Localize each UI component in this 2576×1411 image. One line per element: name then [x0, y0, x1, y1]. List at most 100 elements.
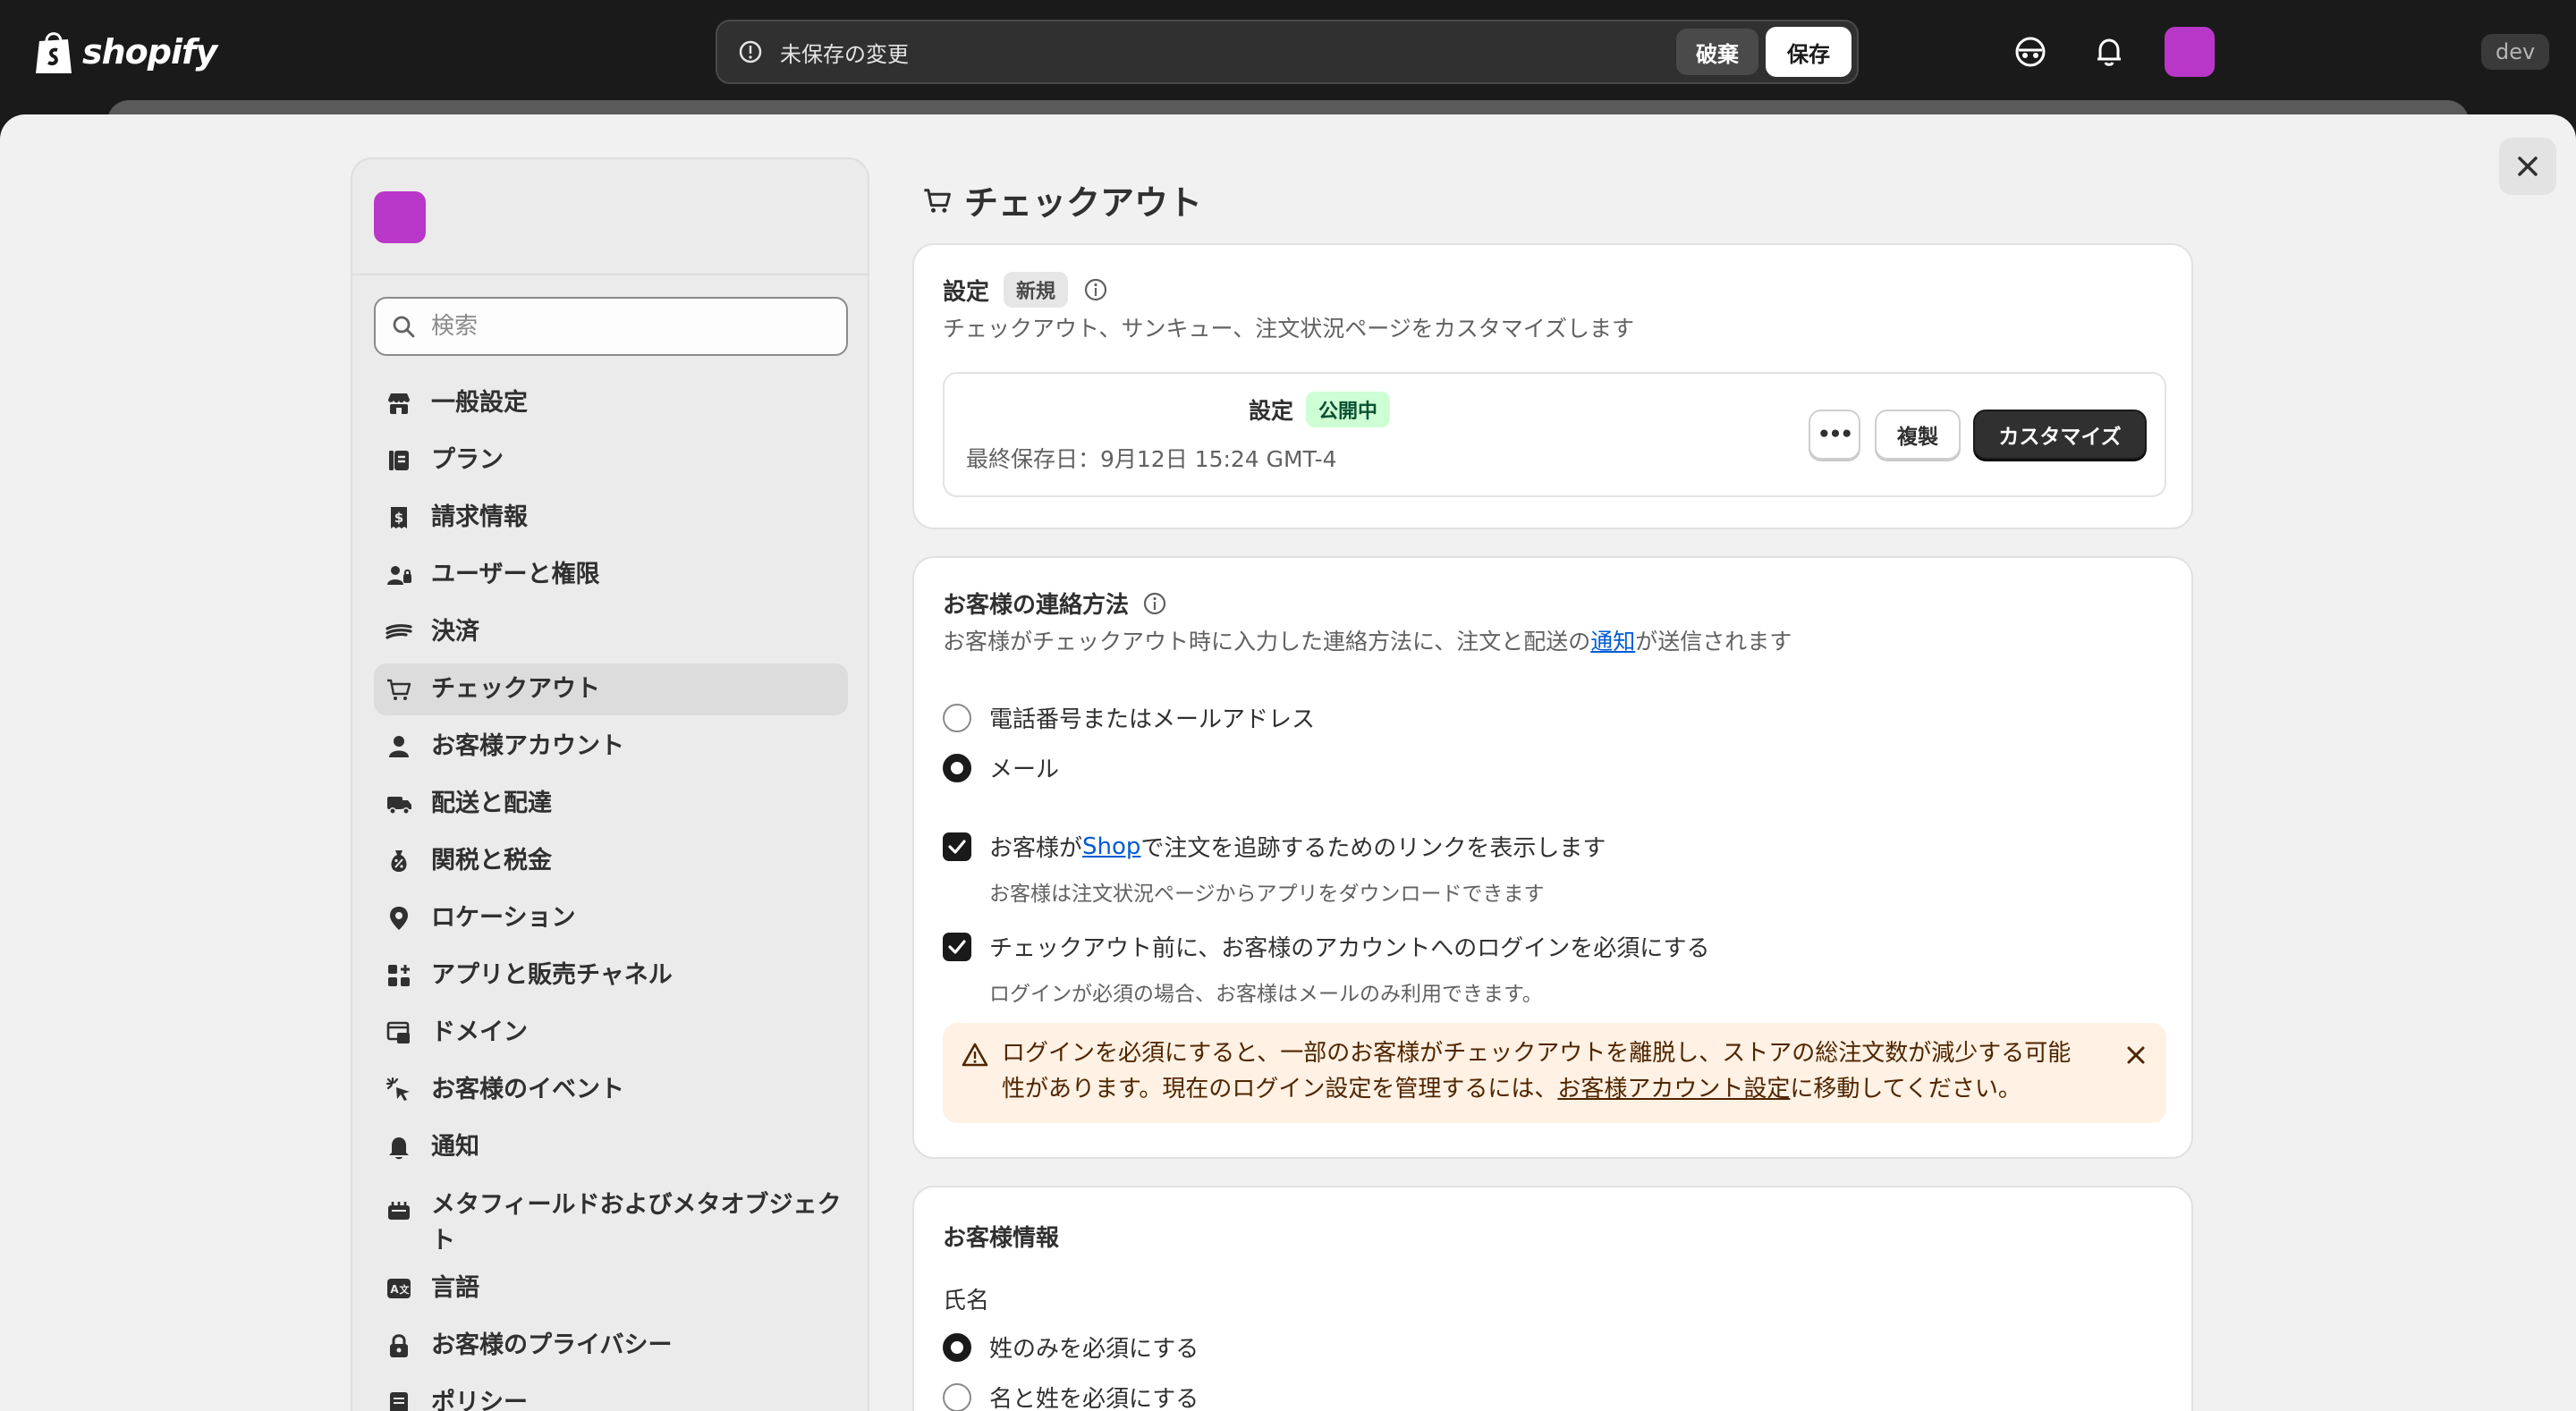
sidebar-item-notifications[interactable]: 通知 — [374, 1121, 848, 1173]
close-button[interactable] — [2499, 138, 2556, 195]
sidebar-item-domains[interactable]: ドメイン — [374, 1007, 848, 1059]
duplicate-button[interactable]: 複製 — [1875, 410, 1961, 460]
sidebar-item-privacy[interactable]: お客様のプライバシー — [374, 1320, 848, 1372]
warning-text: ログインを必須にすると、一部のお客様がチェックアウトを離脱し、ストアの総注文数が… — [1002, 1040, 2072, 1103]
contact-card-subtitle: お客様がチェックアウト時に入力した連絡方法に、注文と配送の通知が送信されます — [943, 629, 1792, 655]
receipt-icon: $ — [391, 507, 407, 528]
svg-text:A: A — [390, 1283, 399, 1296]
settings-sidebar: 一般設定 プラン $ 請求情報 ユーザーと権限 — [351, 157, 869, 1411]
dismiss-icon[interactable] — [2120, 1039, 2152, 1071]
plan-icon — [389, 451, 409, 470]
search-box[interactable] — [374, 297, 848, 356]
save-button[interactable]: 保存 — [1766, 27, 1852, 77]
alert-circle-icon — [739, 40, 762, 63]
location-icon — [390, 907, 408, 930]
settings-card-title: 設定 — [943, 278, 990, 306]
contact-card-title: お客様の連絡方法 — [943, 592, 1130, 619]
sidebar-item-apps[interactable]: アプリと販売チャネル — [374, 950, 848, 1001]
radio-email[interactable]: メール — [943, 751, 1059, 784]
contact-method-card: お客様の連絡方法 お客様がチェックアウト時に入力した連絡方法に、注文と配送の通知… — [912, 556, 2193, 1159]
store-icon — [388, 393, 410, 414]
truck-icon — [387, 797, 411, 815]
customer-info-title: お客様情報 — [943, 1225, 1060, 1252]
live-theme-config: 設定 公開中 最終保存日：9月12日 15:24 GMT-4 ••• 複製 カス… — [943, 372, 2166, 497]
store-avatar[interactable] — [2165, 27, 2215, 77]
sidekick-icon[interactable] — [2011, 32, 2050, 72]
info-icon[interactable] — [1082, 276, 1109, 303]
notifications-link[interactable]: 通知 — [1590, 629, 1635, 655]
radio-button[interactable] — [943, 703, 971, 732]
tax-icon — [391, 850, 407, 872]
metafield-icon — [388, 1202, 410, 1220]
customize-button[interactable]: カスタマイズ — [1973, 410, 2147, 460]
customer-accounts-settings-link[interactable]: お客様アカウント設定 — [1557, 1076, 1790, 1103]
customer-info-card: お客様情報 氏名 姓のみを必須にする 名と姓を必須にする — [912, 1186, 2193, 1411]
cart-icon — [387, 679, 411, 700]
shopify-logo[interactable]: shopify — [34, 25, 217, 79]
sidebar-item-general[interactable]: 一般設定 — [374, 377, 848, 429]
language-icon: A 文 — [387, 1279, 411, 1298]
unsaved-changes-text: 未保存の変更 — [780, 41, 909, 67]
login-warning-banner: ログインを必須にすると、一部のお客様がチェックアウトを離脱し、ストアの総注文数が… — [943, 1023, 2166, 1123]
store-header — [352, 159, 868, 275]
radio-phone-or-email[interactable]: 電話番号またはメールアドレス — [943, 701, 1315, 734]
sidebar-item-policies[interactable]: ポリシー — [374, 1377, 848, 1411]
new-badge: 新規 — [1004, 272, 1069, 308]
sidebar-item-locations[interactable]: ロケーション — [374, 892, 848, 944]
name-field-label: 氏名 — [943, 1288, 990, 1314]
dev-badge: dev — [2481, 34, 2550, 70]
bell-icon[interactable] — [2089, 32, 2129, 72]
users-icon — [387, 566, 411, 585]
bell-icon — [389, 1137, 409, 1160]
cursor-icon — [386, 1077, 410, 1101]
live-badge: 公開中 — [1306, 392, 1391, 427]
search-icon — [393, 316, 415, 338]
store-avatar[interactable] — [374, 191, 426, 243]
sidebar-item-users[interactable]: ユーザーと権限 — [374, 549, 848, 601]
search-input[interactable] — [431, 313, 825, 340]
shop-link[interactable]: Shop — [1082, 833, 1140, 860]
sidebar-item-languages[interactable]: A 文 言語 — [374, 1263, 848, 1314]
policy-icon — [390, 1392, 408, 1411]
checkmark-icon — [948, 839, 966, 854]
config-name: 設定 — [1249, 398, 1294, 424]
sidebar-item-metafields[interactable]: メタフィールドおよびメタオブジェクト — [374, 1179, 848, 1257]
radio-button[interactable] — [943, 1382, 971, 1411]
top-bar: shopify 未保存の変更 破棄 保存 dev — [0, 0, 2576, 106]
checkbox-shop-tracking[interactable]: お客様が Shop で注文を追跡するためのリンクを表示します — [943, 830, 1606, 863]
shop-helper-text: お客様は注文状況ページからアプリをダウンロードできます — [989, 883, 1545, 906]
checkbox-checked[interactable] — [943, 832, 971, 861]
sidebar-item-plan[interactable]: プラン — [374, 435, 848, 486]
sidebar-item-taxes[interactable]: 関税と税金 — [374, 835, 848, 887]
lock-icon — [390, 1334, 408, 1357]
sidebar-item-checkout[interactable]: チェックアウト — [374, 663, 848, 715]
checkbox-require-login[interactable]: チェックアウト前に、お客様のアカウントへのログインを必須にする — [943, 930, 1709, 963]
cart-icon — [924, 188, 951, 213]
checkout-settings-card: 設定 新規 チェックアウト、サンキュー、注文状況ページをカスタマイズします 設定… — [912, 243, 2193, 529]
warning-icon — [962, 1043, 988, 1067]
sidebar-item-billing[interactable]: $ 請求情報 — [374, 492, 848, 544]
settings-nav: 一般設定 プラン $ 請求情報 ユーザーと権限 決済 チェックアウト お客様アカ… — [374, 377, 848, 1411]
domain-icon — [386, 1021, 410, 1043]
sidebar-item-payments[interactable]: 決済 — [374, 606, 848, 658]
checkmark-icon — [948, 939, 966, 954]
brand-name: shopify — [82, 32, 217, 72]
more-actions-button[interactable]: ••• — [1809, 410, 1860, 460]
discard-button[interactable]: 破棄 — [1676, 29, 1758, 75]
radio-last-name-only[interactable]: 姓のみを必須にする — [943, 1331, 1199, 1364]
sidebar-item-customer-events[interactable]: お客様のイベント — [374, 1064, 848, 1116]
radio-button-selected[interactable] — [943, 1332, 971, 1362]
close-icon — [2518, 156, 2538, 176]
sidebar-item-shipping[interactable]: 配送と配達 — [374, 778, 848, 830]
info-icon[interactable] — [1141, 590, 1168, 617]
apps-icon — [388, 965, 410, 986]
sidebar-item-customer-accounts[interactable]: お客様アカウント — [374, 721, 848, 773]
radio-button-selected[interactable] — [943, 753, 971, 782]
page-title-text: チェックアウト — [964, 183, 1203, 223]
settings-card-subtitle: チェックアウト、サンキュー、注文状況ページをカスタマイズします — [943, 316, 1635, 342]
checkbox-checked[interactable] — [943, 932, 971, 961]
person-icon — [389, 736, 409, 757]
radio-first-and-last-name[interactable]: 名と姓を必須にする — [943, 1381, 1199, 1411]
page-title: チェックアウト — [921, 175, 1202, 224]
unsaved-changes-bar: 未保存の変更 破棄 保存 — [716, 20, 1859, 84]
